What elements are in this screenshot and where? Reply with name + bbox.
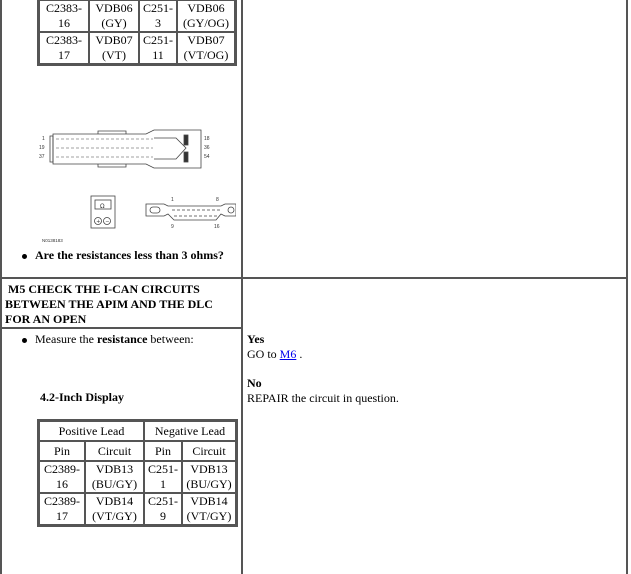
row-divider-top <box>0 277 628 279</box>
table-row: C2383- 17 VDB07 (VT) C251- 11 VDB07 (VT/OG) <box>39 32 235 64</box>
circuit-cell: (VT/GY) <box>186 509 232 523</box>
pin-header: Pin <box>39 441 85 461</box>
circuit-cell: (BU/GY) <box>186 477 232 491</box>
circuit-cell: (BU/GY) <box>91 477 138 491</box>
apim-connector-icon <box>49 129 202 169</box>
pin-cell: 3 <box>155 16 161 30</box>
ohm-symbol: Ω <box>100 203 105 210</box>
positive-lead-header: Positive Lead <box>39 421 144 441</box>
no-action: REPAIR the circuit in question. <box>247 391 399 405</box>
pin-cell: 16 <box>56 477 68 491</box>
pin-cell: 9 <box>160 509 166 523</box>
apim-label-19: 19 <box>39 145 45 151</box>
pin-cell: C251- <box>143 33 173 47</box>
answer-no: No REPAIR the circuit in question. <box>247 376 399 406</box>
question-item: Are the resistances less than 3 ohms? <box>22 248 224 263</box>
instruction-prefix: Measure the <box>35 332 97 346</box>
circuit-header: Circuit <box>182 441 236 461</box>
dlc-connector-icon <box>145 203 236 221</box>
apim-label-1: 1 <box>42 136 45 142</box>
pin-header: Pin <box>144 441 182 461</box>
apim-label-54: 54 <box>204 154 210 160</box>
circuit-cell: (GY/OG) <box>183 16 229 30</box>
figure-id: N0138183 <box>42 238 63 243</box>
circuit-cell: (VT/GY) <box>92 509 137 523</box>
bullet-icon <box>22 337 27 343</box>
goto-m6-link[interactable]: M6 <box>280 347 297 361</box>
circuit-cell: VDB07 <box>95 33 133 47</box>
yes-label: Yes <box>247 332 265 346</box>
dlc-label-16: 16 <box>214 224 220 230</box>
circuit-cell: (GY) <box>101 16 127 30</box>
meter-plus: + <box>96 219 100 225</box>
column-divider <box>241 0 243 574</box>
dlc-label-1: 1 <box>171 197 174 203</box>
apim-label-18: 18 <box>204 136 210 142</box>
negative-lead-header: Negative Lead <box>144 421 236 441</box>
instruction-item: Measure the resistance between: <box>22 332 194 347</box>
pin-cell: 17 <box>56 509 68 523</box>
table-row: C2389- 17 VDB14 (VT/GY) C251- 9 VDB14 (VT/GY… <box>39 493 236 525</box>
top-pin-table: C2383- 16 VDB06 (GY) C251- 3 VDB06 (GY/OG) C… <box>37 0 237 66</box>
circuit-cell: (VT/OG) <box>183 48 229 62</box>
right-border <box>626 0 628 574</box>
bullet-icon <box>22 253 27 259</box>
pin-cell: C251- <box>143 1 173 15</box>
question-text: Are the resistances less than 3 ohms? <box>35 248 224 262</box>
circuit-cell: VDB06 <box>187 1 225 15</box>
apim-label-37: 37 <box>39 154 45 160</box>
pin-cell: 1 <box>160 477 166 491</box>
yes-action: GO to M6 . <box>247 347 302 362</box>
circuit-cell: VDB14 <box>95 494 134 508</box>
yes-suffix: . <box>296 347 303 361</box>
pin-cell: C251- <box>148 462 178 476</box>
wiring-diagram: 1 19 37 18 36 54 Ω + − 1 8 9 16 N0138183 <box>39 129 236 243</box>
pin-cell: C2389- <box>44 494 80 508</box>
step-heading: M5 CHECK THE I-CAN CIRCUITS BETWEEN THE … <box>5 282 240 327</box>
pin-cell: 11 <box>152 48 164 62</box>
display-subheading: 4.2-Inch Display <box>40 390 125 404</box>
pin-cell: 17 <box>58 48 70 62</box>
circuit-cell: VDB13 <box>95 462 134 476</box>
answer-yes: Yes GO to M6 . <box>247 332 302 362</box>
pin-cell: C2389- <box>44 462 80 476</box>
meter-minus: − <box>105 219 109 225</box>
instruction-suffix: between: <box>147 332 194 346</box>
circuit-cell: VDB14 <box>190 494 228 508</box>
row-divider-heading <box>0 327 243 329</box>
no-label: No <box>247 376 262 390</box>
circuit-cell: VDB06 <box>95 1 133 15</box>
table-row: C2389- 16 VDB13 (BU/GY) C251- 1 VDB13 (BU/GY… <box>39 461 236 493</box>
apim-label-36: 36 <box>204 145 210 151</box>
circuit-header: Circuit <box>85 441 144 461</box>
step-heading-text: M5 CHECK THE I-CAN CIRCUITS BETWEEN THE … <box>5 282 213 326</box>
pin-cell: C2383- <box>46 1 82 15</box>
pin-cell: C251- <box>148 494 178 508</box>
left-border <box>0 0 2 574</box>
table-row: C2383- 16 VDB06 (GY) C251- 3 VDB06 (GY/OG) <box>39 0 235 32</box>
instruction-bold: resistance <box>96 332 148 346</box>
group-header-row: Positive Lead Negative Lead <box>39 421 236 441</box>
ohmmeter-icon <box>90 195 116 229</box>
circuit-cell: VDB07 <box>187 33 225 47</box>
circuit-cell: VDB13 <box>190 462 228 476</box>
dlc-label-8: 8 <box>216 197 219 203</box>
pin-cell: C2383- <box>46 33 82 47</box>
pin-cell: 16 <box>58 16 70 30</box>
m5-pin-table: Positive Lead Negative Lead Pin Circuit … <box>37 419 238 527</box>
dlc-label-9: 9 <box>171 224 174 230</box>
column-header-row: Pin Circuit Pin Circuit <box>39 441 236 461</box>
circuit-cell: (VT) <box>102 48 126 62</box>
yes-prefix: GO to <box>247 347 280 361</box>
